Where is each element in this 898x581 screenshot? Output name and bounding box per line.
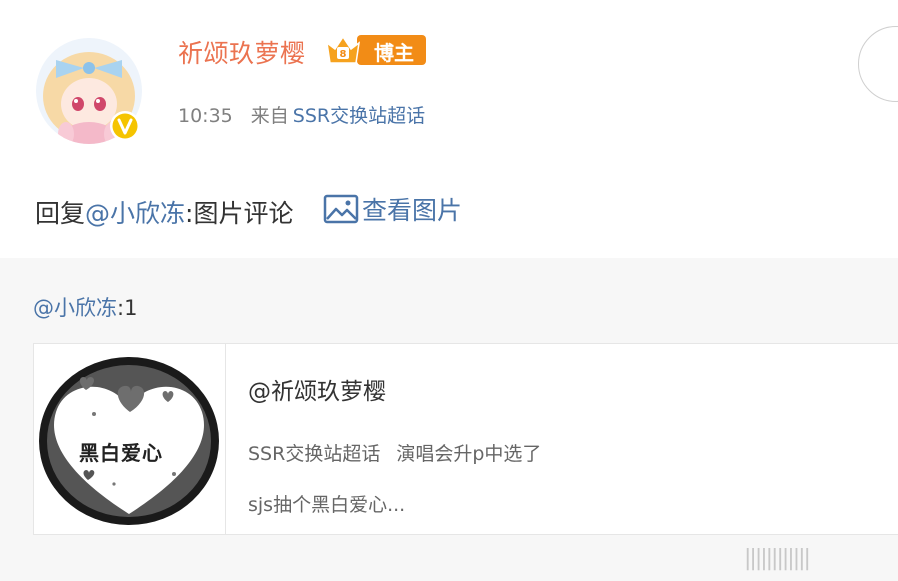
avatar[interactable] xyxy=(36,38,142,144)
reply-prefix: 回复 xyxy=(35,199,86,228)
post-meta: 10:35 来自 SSR交换站超话 xyxy=(178,101,425,128)
card-line2: sjs抽个黑白爱心... xyxy=(248,494,406,516)
reply-suffix: :图片评论 xyxy=(185,199,294,228)
repost-section: @小欣冻:1 黑白爱心 @祈颂玖萝樱 SSR交换站超话 演唱会升p中选了 sjs… xyxy=(0,258,898,581)
from-label: 来自 xyxy=(250,105,289,127)
card-thumbnail-text: 黑白爱心 xyxy=(79,441,163,465)
follow-button[interactable] xyxy=(858,26,898,102)
source-link[interactable]: SSR交换站超话 xyxy=(293,105,425,127)
repost-mention-link[interactable]: @小欣冻 xyxy=(33,296,117,320)
repost-body: :1 xyxy=(117,296,138,320)
repost-text: @小欣冻:1 xyxy=(33,292,137,322)
verified-v-icon xyxy=(110,111,140,141)
card-title[interactable]: @祈颂玖萝樱 xyxy=(248,372,386,406)
linked-post-card[interactable]: 黑白爱心 @祈颂玖萝樱 SSR交换站超话 演唱会升p中选了 sjs抽个黑白爱心..… xyxy=(33,343,898,535)
post-header: 祈颂玖萝樱 8 博主 10:35 来自 SSR交换站超话 回复@小欣冻:图片评论 查… xyxy=(0,0,898,258)
card-topic: SSR交换站超话 xyxy=(248,443,381,465)
reply-mention-link[interactable]: @小欣冻 xyxy=(85,199,185,228)
watermark: |||||||||||| xyxy=(744,546,811,571)
post-time: 10:35 xyxy=(178,105,233,127)
view-picture-link[interactable]: 查看图片 xyxy=(323,192,462,226)
picture-icon xyxy=(323,194,359,224)
svg-text:8: 8 xyxy=(340,49,347,60)
badge-label: 博主 xyxy=(374,41,414,65)
reply-text: 回复@小欣冻:图片评论 xyxy=(35,194,293,230)
view-picture-label: 查看图片 xyxy=(362,196,463,225)
username[interactable]: 祈颂玖萝樱 xyxy=(178,34,306,70)
card-line1: SSR交换站超话 演唱会升p中选了 xyxy=(248,439,541,466)
card-snippet: 演唱会升p中选了 xyxy=(396,443,542,465)
